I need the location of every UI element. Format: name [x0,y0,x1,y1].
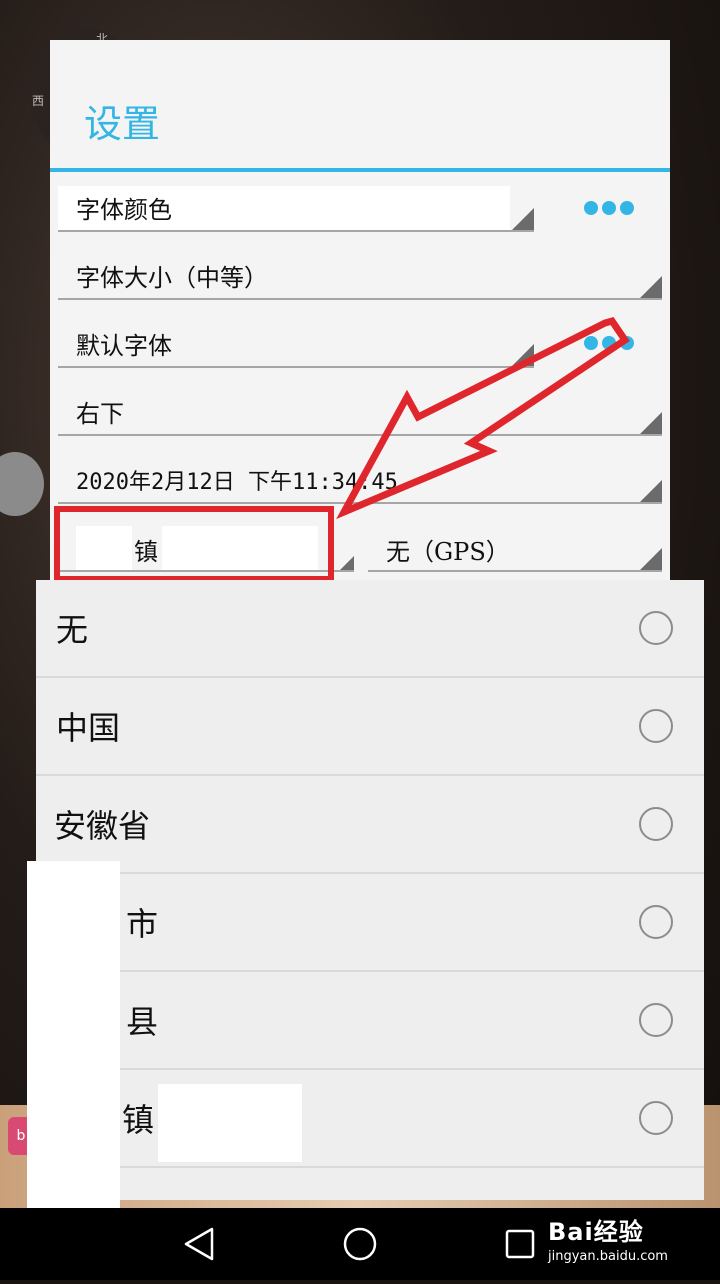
redaction-block [27,861,120,1213]
radio-button[interactable] [639,1003,673,1037]
baidu-jingyan-watermark: Bai经验 jingyan.baidu.com [548,1212,668,1264]
location-dropdown-list: 无 中国 安徽省 市 县 镇 [36,580,704,1200]
list-item[interactable]: 镇 [36,1070,704,1168]
annotation-highlight-box [54,506,334,582]
list-item-label: 市 [126,905,159,943]
list-item-label: 安徽省 [54,807,151,845]
list-item[interactable]: 市 [36,874,704,972]
list-item-label: 镇 [122,1101,155,1139]
back-icon[interactable] [164,1208,236,1280]
radio-button[interactable] [639,611,673,645]
radio-button[interactable] [639,709,673,743]
watermark-brand: Bai经验 [548,1218,644,1246]
list-item[interactable]: 县 [36,972,704,1070]
radio-button[interactable] [639,1101,673,1135]
list-item[interactable]: 中国 [36,678,704,776]
home-icon[interactable] [324,1208,396,1280]
radio-button[interactable] [639,807,673,841]
list-item[interactable]: 无 [36,580,704,678]
radio-button[interactable] [639,905,673,939]
watermark-url: jingyan.baidu.com [548,1249,668,1264]
list-item-label: 中国 [56,709,121,747]
list-item[interactable]: 安徽省 [36,776,704,874]
list-item-label: 县 [126,1003,159,1041]
list-item-label: 无 [56,611,89,649]
recent-apps-icon[interactable] [484,1208,556,1280]
